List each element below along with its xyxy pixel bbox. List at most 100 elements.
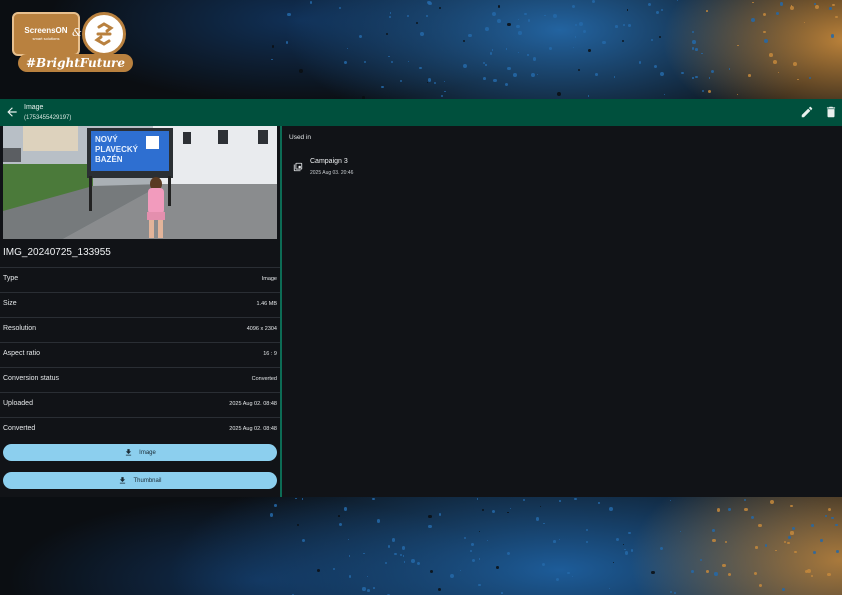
paint-speck <box>653 65 658 69</box>
paint-speck <box>535 517 539 521</box>
paint-speck <box>783 541 786 544</box>
paint-speck <box>339 6 342 9</box>
paint-speck <box>825 515 827 518</box>
paint-speck <box>385 32 388 35</box>
paint-speck <box>638 61 642 64</box>
paint-speck <box>543 14 546 17</box>
paint-speck <box>438 6 441 9</box>
paint-speck <box>507 66 511 71</box>
page-title: Image <box>24 104 44 111</box>
paint-speck <box>787 541 790 545</box>
paint-speck <box>585 528 589 532</box>
paint-speck <box>338 522 343 527</box>
paint-speck <box>509 507 511 510</box>
paint-speck <box>373 587 375 589</box>
detail-value: 16 : 9 <box>263 351 277 357</box>
paint-speck <box>346 47 349 50</box>
paint-speck <box>531 73 536 77</box>
paint-speck <box>427 78 432 82</box>
paint-speck <box>728 508 731 511</box>
paint-speck <box>764 39 769 44</box>
detail-row-aspect-ratio: Aspect ratio 16 : 9 <box>0 342 280 367</box>
paint-speck <box>464 537 467 540</box>
paint-speck <box>812 551 816 555</box>
paint-speck <box>491 11 496 16</box>
paint-speck <box>492 509 496 514</box>
logo-brand-sub: smart solutions <box>32 36 60 41</box>
paint-speck <box>574 36 577 38</box>
paint-speck <box>743 498 747 501</box>
paint-speck <box>759 584 763 588</box>
paint-speck <box>296 524 299 527</box>
paint-speck <box>507 511 509 514</box>
paint-speck <box>507 552 511 556</box>
paint-speck <box>691 30 695 34</box>
campaign-date: 2025 Aug 03. 20:46 <box>310 170 354 176</box>
partner-logo-icon <box>82 12 126 56</box>
paint-speck <box>809 77 812 80</box>
paint-speck <box>443 80 446 83</box>
detail-value: 1.46 MB <box>256 301 277 307</box>
download-image-button[interactable]: Image <box>3 444 277 461</box>
trash-icon[interactable] <box>824 105 838 119</box>
paint-speck <box>394 552 397 555</box>
paint-speck <box>559 539 561 541</box>
paint-speck <box>778 72 780 74</box>
paint-speck <box>791 526 795 530</box>
detail-label: Size <box>3 300 17 307</box>
paint-speck <box>651 38 654 41</box>
paint-speck <box>624 551 629 555</box>
paint-speck <box>518 52 520 54</box>
paint-speck <box>463 64 468 69</box>
paint-speck <box>505 48 508 50</box>
paint-speck <box>651 570 656 575</box>
paint-speck <box>577 68 580 71</box>
paint-speck <box>556 92 561 96</box>
paint-speck <box>681 71 684 74</box>
detail-row-type: Type Image <box>0 267 280 292</box>
paint-speck <box>831 517 834 520</box>
paint-speck <box>706 10 708 12</box>
paint-speck <box>419 66 423 70</box>
paint-speck <box>496 18 501 23</box>
paint-speck <box>408 61 410 63</box>
paint-speck <box>523 499 526 502</box>
paint-speck <box>553 14 558 18</box>
paint-speck <box>763 30 766 34</box>
paint-speck <box>692 77 694 79</box>
paint-speck <box>832 3 835 7</box>
paint-speck <box>782 587 786 592</box>
paint-speck <box>598 502 600 504</box>
preview-sign-line-2: PLAVECKÝ <box>95 145 139 154</box>
download-image-label: Image <box>139 449 156 456</box>
arrow-left-icon[interactable] <box>5 105 19 119</box>
paint-speck <box>692 39 697 44</box>
paint-speck <box>695 76 698 79</box>
detail-label: Conversion status <box>3 375 60 382</box>
paint-speck <box>516 24 521 29</box>
screenson-logo: ScreensON smart solutions <box>12 12 80 56</box>
preview-sign-line-3: BAZÉN <box>95 155 123 164</box>
paint-speck <box>403 560 406 563</box>
paint-speck <box>701 89 705 93</box>
pencil-icon[interactable] <box>800 105 814 119</box>
paint-speck <box>663 93 665 96</box>
paint-speck <box>402 555 405 557</box>
paint-speck <box>367 576 369 578</box>
download-thumbnail-button[interactable]: Thumbnail <box>3 472 277 489</box>
paint-speck <box>721 563 726 568</box>
paint-speck <box>708 77 711 79</box>
paint-speck <box>728 572 732 576</box>
paint-speck <box>468 34 472 38</box>
paint-speck <box>524 12 527 16</box>
paint-speck <box>555 577 560 582</box>
paint-speck <box>381 85 384 89</box>
paint-speck <box>764 543 768 547</box>
paint-speck <box>712 529 715 532</box>
paint-speck <box>427 0 431 5</box>
paint-speck <box>487 539 489 541</box>
paint-speck <box>660 9 663 12</box>
campaign-list-item[interactable]: Campaign 3 2025 Aug 03. 20:46 <box>290 157 590 179</box>
paint-speck <box>527 54 529 56</box>
paint-speck <box>542 562 546 567</box>
